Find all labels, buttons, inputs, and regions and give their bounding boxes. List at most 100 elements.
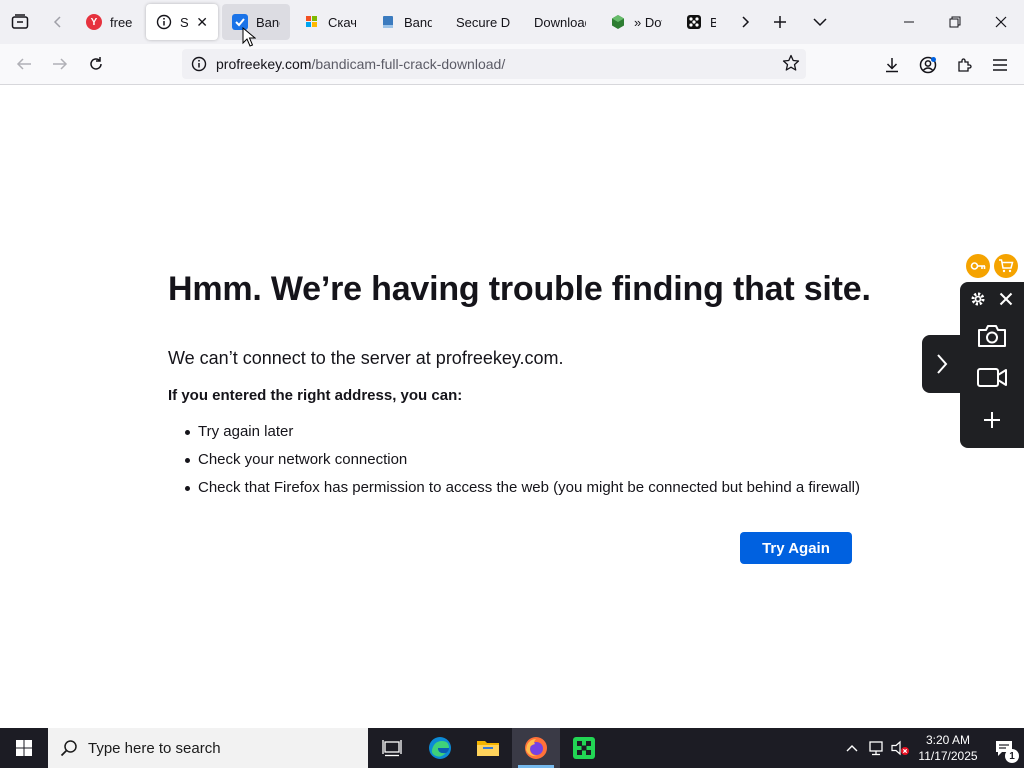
restore-icon	[949, 16, 961, 28]
tab-label: Ser	[180, 14, 189, 30]
tab-2[interactable]: Bandi	[222, 4, 290, 40]
error-description: We can’t connect to the server at profre…	[168, 348, 564, 368]
show-hidden-icons-button[interactable]	[840, 728, 864, 768]
info-icon	[156, 14, 172, 30]
error-suggestions-list: Try again later Check your network conne…	[184, 422, 860, 506]
settings-button[interactable]	[968, 290, 988, 308]
task-view-button[interactable]	[368, 728, 416, 768]
close-panel-button[interactable]	[996, 290, 1016, 308]
taskbar-firefox[interactable]	[512, 728, 560, 768]
tab-1[interactable]: Ser ✕	[146, 4, 218, 40]
tab-label: » Dow	[634, 14, 662, 30]
list-all-tabs-button[interactable]	[800, 0, 840, 44]
record-video-button[interactable]	[974, 364, 1010, 390]
tab-0[interactable]: Y free b	[76, 4, 142, 40]
forward-button[interactable]	[42, 46, 78, 82]
firefox-view-icon	[11, 14, 29, 29]
tab-label: Download	[534, 14, 586, 30]
firefox-icon	[525, 737, 547, 759]
tab-7[interactable]: » Dow	[600, 4, 672, 40]
url-domain: profreekey.com	[216, 56, 312, 72]
tabs-scroll-left-button[interactable]	[40, 0, 76, 44]
windows-flag-icon	[304, 14, 320, 30]
extensions-button[interactable]	[946, 47, 982, 83]
tab-label: Bar	[710, 14, 716, 30]
screenshot-button[interactable]	[974, 322, 1010, 350]
task-view-icon	[382, 740, 402, 757]
notification-count-badge: 1	[1005, 749, 1019, 763]
url-text[interactable]: profreekey.com/bandicam-full-crack-downl…	[216, 56, 505, 72]
notification-center-button[interactable]: 1	[984, 728, 1024, 768]
video-camera-icon	[977, 368, 1007, 387]
firefox-view-button[interactable]	[0, 0, 40, 44]
try-again-button[interactable]: Try Again	[740, 532, 852, 564]
taskbar-file-explorer[interactable]	[464, 728, 512, 768]
volume-muted-icon	[891, 740, 909, 756]
key-icon[interactable]	[966, 254, 990, 278]
app-icon	[573, 737, 595, 759]
book-icon	[380, 14, 396, 30]
tab-8[interactable]: Bar	[676, 4, 726, 40]
network-tray-button[interactable]	[864, 728, 888, 768]
dice-icon	[686, 14, 702, 30]
restore-button[interactable]	[932, 0, 978, 44]
yandex-icon: Y	[86, 14, 102, 30]
info-icon	[191, 56, 207, 72]
list-item: Check your network connection	[184, 450, 860, 478]
cursor-arrow-icon	[242, 26, 257, 47]
download-icon	[886, 57, 898, 72]
minimize-icon	[904, 21, 914, 23]
error-suggestions-heading: If you entered the right address, you ca…	[168, 387, 463, 404]
close-icon	[995, 16, 1007, 28]
star-icon	[782, 54, 800, 71]
reload-button[interactable]	[78, 46, 114, 82]
account-icon	[919, 56, 937, 73]
network-icon	[869, 741, 883, 756]
system-tray: 3:20 AM 11/17/2025 1	[840, 728, 1024, 768]
navigation-toolbar: profreekey.com/bandicam-full-crack-downl…	[0, 44, 1024, 85]
bookmark-star-button[interactable]	[782, 54, 800, 77]
mouse-cursor	[242, 26, 257, 52]
back-button[interactable]	[6, 46, 42, 82]
add-button[interactable]	[980, 408, 1004, 432]
chevron-right-icon	[937, 354, 948, 374]
app-menu-button[interactable]	[982, 47, 1018, 83]
folder-icon	[477, 741, 499, 756]
tab-4[interactable]: Bandi	[370, 4, 442, 40]
search-placeholder: Type here to search	[88, 739, 221, 757]
chevron-right-icon	[742, 16, 750, 28]
cart-icon[interactable]	[994, 254, 1018, 278]
taskbar-capture-app[interactable]	[560, 728, 608, 768]
arrow-right-icon	[53, 58, 68, 70]
chevron-up-icon	[846, 745, 858, 752]
tab-3[interactable]: Скача	[294, 4, 366, 40]
volume-tray-button[interactable]	[888, 728, 912, 768]
close-window-button[interactable]	[978, 0, 1024, 44]
gear-icon	[971, 292, 985, 306]
tab-label: Bandi	[256, 14, 280, 30]
minimize-button[interactable]	[886, 0, 932, 44]
search-icon	[60, 740, 77, 757]
start-button[interactable]	[0, 728, 48, 768]
tabs-scroll-right-button[interactable]	[730, 0, 760, 44]
taskbar-edge[interactable]	[416, 728, 464, 768]
new-tab-button[interactable]	[760, 0, 800, 44]
error-title: Hmm. We’re having trouble finding that s…	[168, 270, 871, 308]
plus-icon	[984, 412, 1000, 428]
tab-label: Скача	[328, 14, 356, 30]
taskbar-clock[interactable]: 3:20 AM 11/17/2025	[912, 732, 984, 764]
chevron-down-icon	[813, 18, 827, 27]
downloads-button[interactable]	[874, 47, 910, 83]
capture-panel-collapse-button[interactable]	[922, 335, 962, 393]
hamburger-menu-icon	[993, 58, 1007, 71]
tab-6[interactable]: Download	[524, 4, 596, 40]
close-icon	[999, 292, 1013, 306]
taskbar-search-box[interactable]: Type here to search	[48, 728, 368, 768]
account-button[interactable]	[910, 47, 946, 83]
tab-list: Y free b Ser ✕ Bandi Скача Bandi	[76, 0, 730, 44]
toolbar-right	[874, 44, 1024, 85]
url-bar[interactable]: profreekey.com/bandicam-full-crack-downl…	[182, 49, 806, 79]
tab-close-icon[interactable]: ✕	[196, 14, 208, 31]
tab-5[interactable]: Secure Do	[446, 4, 520, 40]
site-info-button[interactable]	[182, 56, 216, 72]
